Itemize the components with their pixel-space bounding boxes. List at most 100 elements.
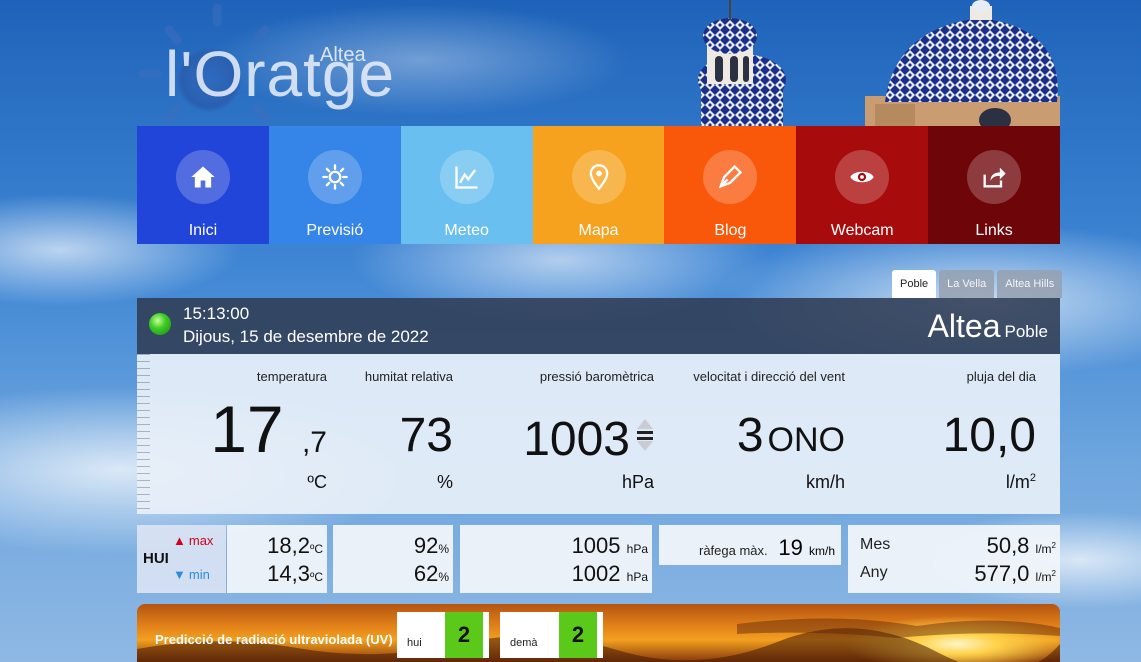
station-city: Altea Poble bbox=[928, 308, 1048, 345]
nav-label: Inici bbox=[188, 222, 218, 239]
hum-max-value: 92 bbox=[413, 533, 439, 558]
max-arrow-up-icon: ▲ bbox=[173, 533, 186, 548]
month-rain-row: 50,8 l/m2 bbox=[987, 533, 1056, 559]
nav-label: Links bbox=[975, 222, 1013, 239]
humidity-value: 73 bbox=[399, 409, 453, 462]
temp-min-value: 14,3 bbox=[267, 561, 310, 586]
hum-min-value: 62 bbox=[413, 561, 439, 586]
wind-direction: ONO bbox=[767, 421, 845, 459]
main-nav: Inici Previsió Meteo Mapa Blog Webcam Li… bbox=[137, 126, 1061, 244]
nav-item-webcam[interactable]: Webcam bbox=[796, 126, 929, 244]
pres-min-row: 1002 hPa bbox=[572, 561, 648, 587]
header: l'Oratge Altea bbox=[137, 0, 1060, 126]
nav-item-meteo[interactable]: Meteo bbox=[400, 126, 533, 244]
temperature-label: temperatura bbox=[256, 369, 327, 384]
hum-max-row: 92% bbox=[414, 533, 449, 559]
wind-cell: velocitat i direcció del vent 3 ONO km/h bbox=[677, 354, 845, 514]
pres-min-value: 1002 bbox=[571, 561, 621, 586]
nav-label: Meteo bbox=[444, 222, 489, 239]
pres-max-unit: hPa bbox=[626, 542, 648, 556]
tab-la-vella[interactable]: La Vella bbox=[939, 270, 995, 298]
wind-unit: km/h bbox=[805, 472, 845, 492]
nav-label: Webcam bbox=[830, 222, 894, 239]
gust-unit: km/h bbox=[808, 544, 835, 558]
gust-label: ràfega màx. bbox=[699, 543, 768, 558]
year-rain-unit: l/m2 bbox=[1035, 569, 1056, 584]
sun-icon bbox=[307, 150, 362, 204]
current-conditions-panel: temperatura 17 ,7 ºC humitat relativa 73… bbox=[137, 354, 1060, 514]
pres-max-row: 1005 hPa bbox=[572, 533, 648, 559]
min-label: ▼ min bbox=[173, 567, 210, 582]
uv-today: hui 2 bbox=[397, 612, 489, 658]
wind-value: 3 ONO bbox=[737, 412, 845, 460]
tab-poble[interactable]: Poble bbox=[892, 270, 937, 298]
nav-item-links[interactable]: Links bbox=[928, 126, 1061, 244]
status-bar: 15:13:00 Dijous, 15 de desembre de 2022 … bbox=[137, 298, 1060, 354]
nav-item-mapa[interactable]: Mapa bbox=[532, 126, 665, 244]
hum-min-row: 62% bbox=[414, 561, 449, 587]
rain-label: pluja del dia bbox=[966, 369, 1036, 384]
min-arrow-down-icon: ▼ bbox=[173, 567, 186, 582]
gust-value: 19 bbox=[778, 535, 803, 560]
uv-today-value: 2 bbox=[445, 612, 483, 658]
wind-label: velocitat i direcció del vent bbox=[693, 369, 845, 384]
today-humidity: 92% 62% bbox=[333, 525, 453, 593]
temp-max-value: 18,2 bbox=[267, 533, 310, 558]
pressure-value: 1003 bbox=[523, 412, 654, 464]
today-pressure: 1005 hPa 1002 hPa bbox=[460, 525, 652, 593]
temperature-unit: ºC bbox=[307, 472, 327, 492]
nav-item-previsio[interactable]: Previsió bbox=[268, 126, 401, 244]
max-label-text: max bbox=[188, 533, 214, 548]
pressure-trend-stable-icon bbox=[636, 412, 654, 451]
temp-max-unit: ºC bbox=[309, 542, 323, 556]
temperature-int: 17 bbox=[210, 392, 284, 466]
nav-label: Previsió bbox=[306, 222, 364, 239]
ruler-decoration bbox=[137, 354, 161, 514]
current-time: 15:13:00 bbox=[183, 304, 250, 323]
temp-max-row: 18,2ºC bbox=[267, 533, 323, 559]
uv-tomorrow-label: demà bbox=[510, 637, 538, 649]
church-domes-image bbox=[698, 0, 1060, 126]
month-label: Mes bbox=[860, 536, 891, 553]
chart-icon bbox=[439, 150, 494, 204]
map-pin-icon bbox=[571, 150, 626, 204]
today-temperature: 18,2ºC 14,3ºC bbox=[227, 525, 327, 593]
current-date: Dijous, 15 de desembre de 2022 bbox=[183, 327, 429, 346]
wind-speed: 3 bbox=[736, 409, 764, 462]
year-label: Any bbox=[860, 564, 888, 581]
max-label: ▲ max bbox=[173, 533, 213, 548]
pressure-label: pressió baromètrica bbox=[539, 369, 654, 384]
temp-min-row: 14,3ºC bbox=[267, 561, 323, 587]
today-label: HUI bbox=[143, 550, 169, 567]
temperature-cell: temperatura 17 ,7 ºC bbox=[210, 354, 327, 514]
today-max-gust: ràfega màx. 19 km/h bbox=[659, 525, 841, 565]
nav-label: Blog bbox=[714, 222, 747, 239]
eye-icon bbox=[835, 150, 890, 204]
year-rain-row: 577,0 l/m2 bbox=[974, 561, 1056, 587]
rain-totals: Mes 50,8 l/m2 Any 577,0 l/m2 bbox=[848, 525, 1060, 593]
nav-item-blog[interactable]: Blog bbox=[664, 126, 797, 244]
gust-row: 19 km/h bbox=[778, 535, 835, 561]
pres-max-value: 1005 bbox=[571, 533, 621, 558]
humidity-cell: humitat relativa 73 % bbox=[347, 354, 453, 514]
home-icon bbox=[175, 150, 230, 204]
temp-min-unit: ºC bbox=[309, 570, 323, 584]
uv-today-label: hui bbox=[407, 637, 422, 649]
uv-tomorrow: demà 2 bbox=[500, 612, 603, 658]
humidity-unit: % bbox=[436, 472, 453, 492]
online-status-icon bbox=[149, 313, 171, 335]
city-name: Altea bbox=[927, 308, 1001, 344]
temperature-value: 17 ,7 bbox=[210, 396, 327, 462]
today-stats-header: HUI ▲ max ▼ min bbox=[137, 525, 226, 593]
pressure-cell: pressió baromètrica 1003 hPa bbox=[477, 354, 654, 514]
logo-city: Altea bbox=[320, 44, 366, 66]
share-icon bbox=[967, 150, 1022, 204]
temperature-decimal: ,7 bbox=[301, 426, 327, 459]
station-name: Poble bbox=[1004, 322, 1048, 341]
min-label-text: min bbox=[188, 567, 210, 582]
hum-max-unit: % bbox=[438, 542, 449, 556]
nav-item-inici[interactable]: Inici bbox=[137, 126, 269, 244]
site-logo[interactable]: l'Oratge Altea bbox=[137, 3, 397, 123]
uv-tomorrow-value: 2 bbox=[559, 612, 597, 658]
tab-altea-hills[interactable]: Altea Hills bbox=[997, 270, 1063, 298]
